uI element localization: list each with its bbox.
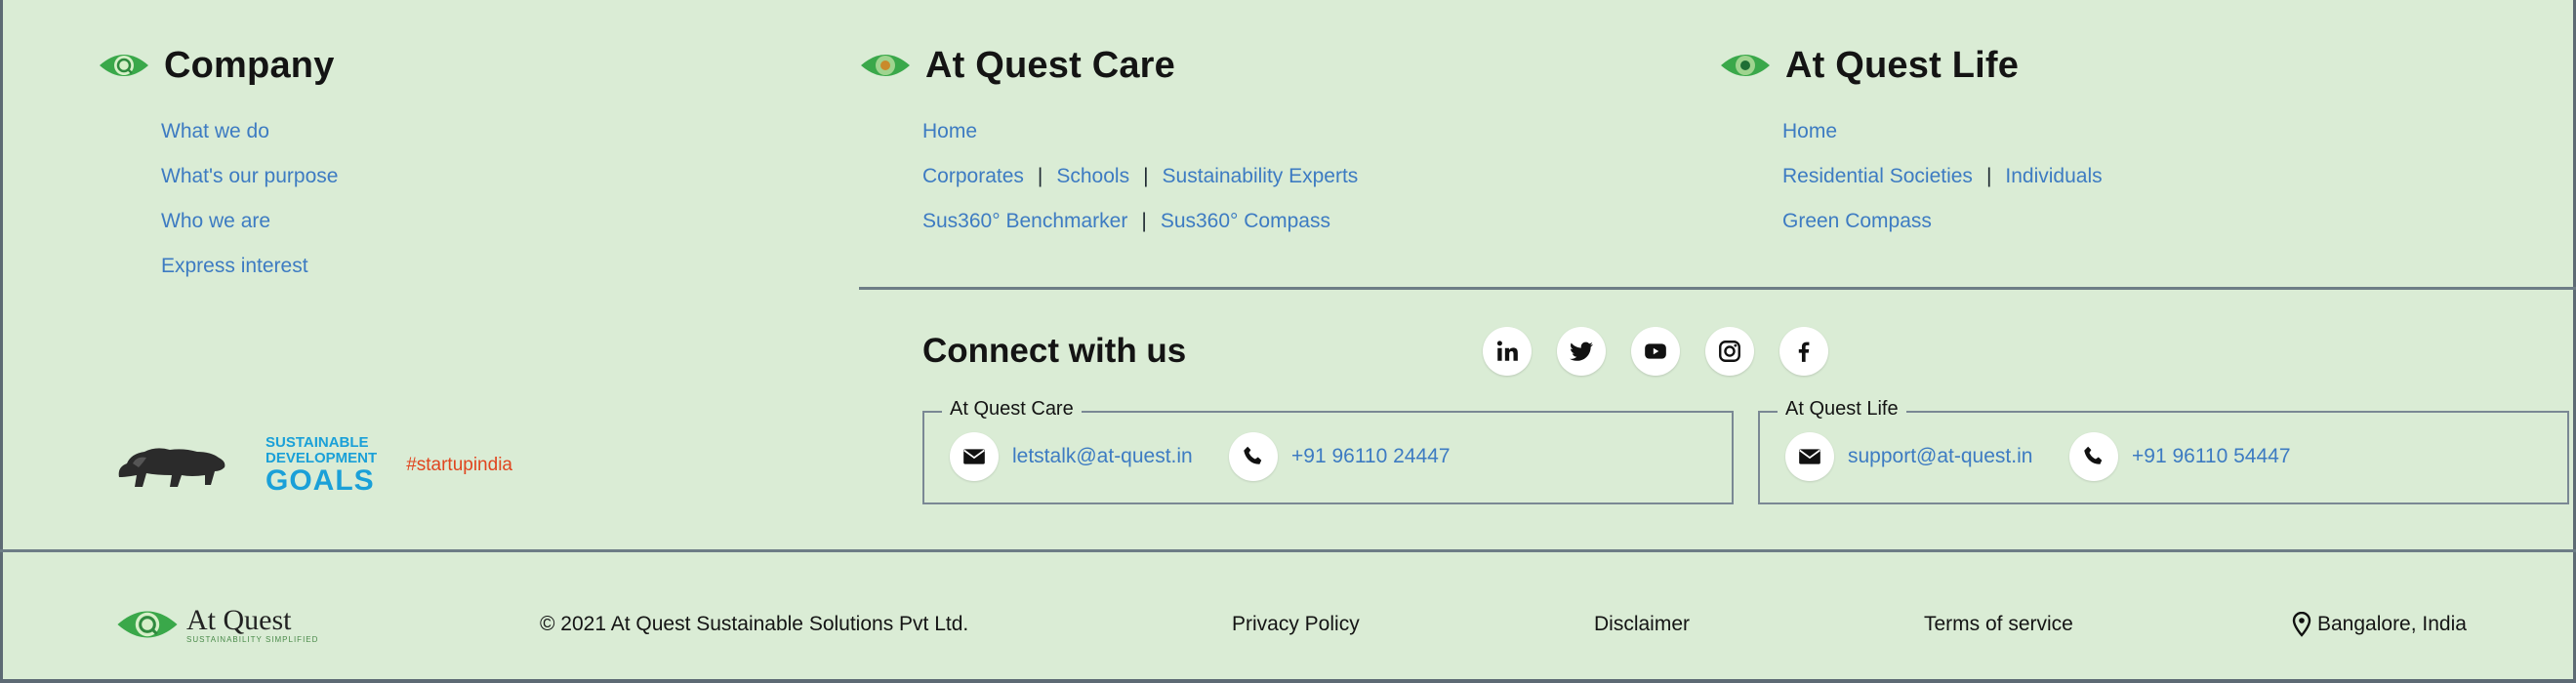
care-link-schools[interactable]: Schools	[1056, 165, 1129, 187]
lion-emblem-icon	[118, 448, 225, 487]
section-divider	[859, 287, 2576, 290]
link-express-interest[interactable]: Express interest	[161, 255, 308, 277]
connect-title: Connect with us	[922, 332, 1187, 370]
link-who-we-are[interactable]: Who we are	[161, 210, 270, 232]
life-links: Home Residential Societies | Individuals G…	[1719, 109, 2103, 244]
sdg-line1: SUSTAINABLE	[266, 434, 369, 451]
care-contact-label: At Quest Care	[942, 398, 1082, 421]
location: Bangalore, India	[2292, 595, 2467, 654]
location-text: Bangalore, India	[2317, 613, 2467, 635]
care-link-compass[interactable]: Sus360° Compass	[1161, 210, 1330, 232]
care-email-text[interactable]: letstalk@at-quest.in	[1012, 445, 1193, 468]
link-separator: |	[1985, 165, 1992, 187]
care-column: At Quest Care Home Corporates | Schools | Su…	[859, 39, 1358, 244]
care-link-corporates[interactable]: Corporates	[922, 165, 1024, 187]
care-title: At Quest Care	[925, 44, 1176, 86]
footer-brand-name: At Quest	[186, 603, 292, 636]
linkedin-icon[interactable]	[1483, 327, 1532, 376]
phone-icon	[2069, 432, 2118, 481]
link-separator: |	[1037, 165, 1043, 187]
map-pin-icon	[2292, 612, 2311, 637]
mail-icon	[950, 432, 999, 481]
life-link-green-compass[interactable]: Green Compass	[1782, 210, 1932, 232]
footer-brand-tagline: SUSTAINABILITY SIMPLIFIED	[186, 634, 319, 644]
care-contact-box: At Quest Care letstalk@at-quest.in +91 9…	[922, 398, 1734, 504]
link-what-we-do[interactable]: What we do	[161, 120, 269, 142]
frame-left-border	[0, 0, 3, 683]
phone-icon	[1229, 432, 1278, 481]
eye-logo-icon	[117, 611, 178, 638]
disclaimer-link[interactable]: Disclaimer	[1594, 595, 1690, 654]
care-link-home[interactable]: Home	[922, 120, 977, 142]
mail-icon	[1785, 432, 1834, 481]
life-link-residential-societies[interactable]: Residential Societies	[1782, 165, 1973, 187]
life-column: At Quest Life Home Residential Societies…	[1719, 39, 2103, 244]
terms-of-service-link[interactable]: Terms of service	[1924, 595, 2073, 654]
copyright-text: © 2021 At Quest Sustainable Solutions Pv…	[540, 613, 969, 635]
startup-india-logo: #startupindia	[406, 455, 512, 475]
youtube-icon[interactable]	[1631, 327, 1680, 376]
facebook-icon[interactable]	[1779, 327, 1828, 376]
social-links	[1483, 327, 1828, 376]
life-email-text[interactable]: support@at-quest.in	[1848, 445, 2032, 468]
life-link-individuals[interactable]: Individuals	[2005, 165, 2102, 187]
care-link-sustainability-experts[interactable]: Sustainability Experts	[1163, 165, 1359, 187]
company-title: Company	[164, 44, 335, 86]
eye-logo-icon	[1721, 55, 1770, 76]
partner-logos: SUSTAINABLE DEVELOPMENT GOALS #startupin…	[113, 435, 512, 496]
care-phone[interactable]: +91 96110 24447	[1229, 432, 1451, 481]
life-contact-label: At Quest Life	[1778, 398, 1906, 421]
link-whats-our-purpose[interactable]: What's our purpose	[161, 165, 338, 187]
link-separator: |	[1141, 210, 1147, 232]
care-email[interactable]: letstalk@at-quest.in	[950, 432, 1193, 481]
eye-logo-icon	[861, 55, 910, 76]
frame-bottom-border	[0, 679, 2576, 683]
life-contact-box: At Quest Life support@at-quest.in +91 96…	[1758, 398, 2569, 504]
twitter-icon[interactable]	[1557, 327, 1606, 376]
care-heading: At Quest Care	[859, 39, 1358, 92]
company-links: What we do What's our purpose Who we are…	[98, 109, 338, 289]
footer-brand[interactable]: At Quest SUSTAINABILITY SIMPLIFIED	[112, 595, 318, 654]
life-phone-text[interactable]: +91 96110 54447	[2132, 445, 2291, 468]
eye-logo-icon	[100, 55, 148, 76]
instagram-icon[interactable]	[1705, 327, 1754, 376]
footer-divider	[0, 549, 2576, 552]
life-phone[interactable]: +91 96110 54447	[2069, 432, 2291, 481]
care-links: Home Corporates | Schools | Sustainability E…	[859, 109, 1358, 244]
sdg-logo: SUSTAINABLE DEVELOPMENT GOALS	[266, 435, 377, 496]
life-title: At Quest Life	[1785, 44, 2020, 86]
life-link-home[interactable]: Home	[1782, 120, 1837, 142]
care-link-benchmarker[interactable]: Sus360° Benchmarker	[922, 210, 1127, 232]
care-phone-text[interactable]: +91 96110 24447	[1291, 445, 1451, 468]
privacy-policy-link[interactable]: Privacy Policy	[1232, 595, 1360, 654]
link-separator: |	[1143, 165, 1149, 187]
company-column: Company What we do What's our purpose Wh…	[98, 39, 338, 289]
life-heading: At Quest Life	[1719, 39, 2103, 92]
company-heading: Company	[98, 39, 338, 92]
sdg-line3: GOALS	[266, 464, 375, 497]
life-email[interactable]: support@at-quest.in	[1785, 432, 2032, 481]
